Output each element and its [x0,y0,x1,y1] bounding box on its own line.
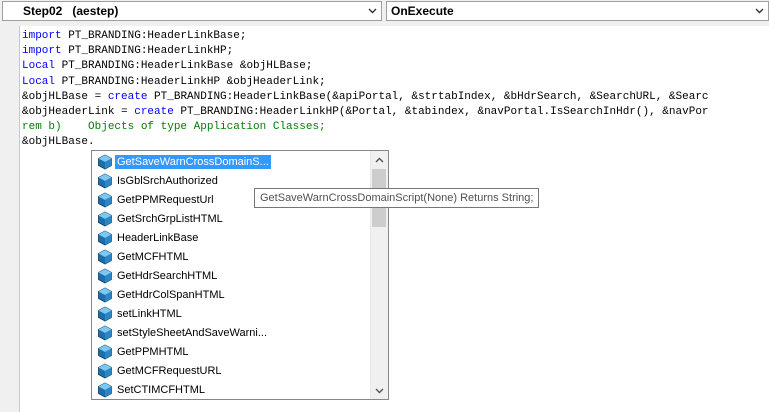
method-cube-icon [97,382,113,398]
autocomplete-item[interactable]: GetHdrSearchHTML [93,266,372,285]
autocomplete-item[interactable]: GetSrchGrpListHTML [93,209,372,228]
autocomplete-item-label: GetHdrColSpanHTML [117,288,225,301]
code-text: &objHeaderLink = [22,106,135,118]
scroll-up-icon[interactable] [371,151,388,168]
autocomplete-item-label: GetMCFHTML [117,250,189,263]
method-cube-icon [97,306,113,322]
code-text: PT_BRANDING:HeaderLinkBase(&apiPortal, &… [147,90,709,103]
autocomplete-item[interactable]: setLinkHTML [93,304,372,323]
code-line: &objHeaderLink = create PT_BRANDING:Head… [22,105,709,120]
autocomplete-item-label: SetCTIMCFHTML [117,383,205,396]
autocomplete-item[interactable]: GetMCFHTML [93,247,372,266]
method-cube-icon [97,154,113,170]
method-cube-icon [97,325,113,341]
code-text: PT_BRANDING:HeaderLinkBase &objHLBase; [55,60,313,73]
step-combo[interactable]: Step02 (aestep) [2,1,382,21]
toolbar: Step02 (aestep) OnExecute [0,0,769,26]
autocomplete-item-label: GetSrchGrpListHTML [117,212,223,225]
code-line: &objHLBase. [22,135,95,150]
code-line: Local PT_BRANDING:HeaderLinkBase &objHLB… [22,59,312,74]
code-keyword: import [22,30,62,42]
method-cube-icon [97,287,113,303]
method-cube-icon [97,192,113,208]
autocomplete-item-label: HeaderLinkBase [117,231,199,244]
code-keyword: Local [22,60,56,73]
autocomplete-item[interactable]: GetPPMHTML [93,342,372,361]
autocomplete-item-label: GetPPMHTML [117,345,189,358]
autocomplete-item-label: setLinkHTML [117,307,182,320]
code-text: &objHLBase. [22,136,95,149]
code-text: PT_BRANDING:HeaderLinkHP; [61,45,234,58]
autocomplete-item[interactable]: GetMCFRequestURL [93,361,372,380]
event-combo[interactable]: OnExecute [386,1,769,21]
method-cube-icon [97,344,113,360]
chevron-down-icon[interactable] [751,2,768,20]
code-line: import PT_BRANDING:HeaderLinkHP; [22,44,233,59]
autocomplete-item-label: setStyleSheetAndSaveWarni... [117,326,268,339]
autocomplete-item[interactable]: setStyleSheetAndSaveWarni... [93,323,372,342]
autocomplete-item-label: IsGblSrchAuthorized [117,174,218,187]
method-cube-icon [97,230,113,246]
event-combo-value: OnExecute [391,4,454,18]
step-combo-value: Step02 (aestep) [23,4,119,18]
autocomplete-item[interactable]: HeaderLinkBase [93,228,372,247]
code-text: PT_BRANDING:HeaderLinkHP(&Portal, &tabin… [173,106,709,118]
method-cube-icon [97,268,113,284]
method-cube-icon [97,173,113,189]
code-line: rem b) Objects of type Application Class… [22,120,326,135]
method-cube-icon [97,211,113,227]
code-keyword: create [107,90,148,103]
autocomplete-item-label: GetPPMRequestUrl [117,193,214,206]
code-text: PT_BRANDING:HeaderLinkHP &objHeaderLink; [55,75,326,88]
code-text: &objHLBase = [22,90,108,103]
scroll-down-icon[interactable] [371,382,388,399]
chevron-down-icon[interactable] [364,2,381,20]
autocomplete-item[interactable]: GetSaveWarnCrossDomainS... [93,152,372,171]
autocomplete-item-label: GetMCFRequestURL [117,364,222,377]
autocomplete-item[interactable]: GetHdrColSpanHTML [93,285,372,304]
code-line: &objHLBase = create PT_BRANDING:HeaderLi… [22,90,709,105]
code-keyword: create [134,106,174,118]
code-keyword: Local [22,75,56,88]
method-cube-icon [97,249,113,265]
method-signature-tooltip: GetSaveWarnCrossDomainScript(None) Retur… [254,188,540,208]
autocomplete-item[interactable]: SetCTIMCFHTML [93,380,372,399]
code-line: import PT_BRANDING:HeaderLinkBase; [22,29,246,44]
autocomplete-item-label: GetHdrSearchHTML [117,269,218,282]
autocomplete-item-label: GetSaveWarnCrossDomainS... [115,154,271,169]
code-line: Local PT_BRANDING:HeaderLinkHP &objHeade… [22,75,326,90]
code-comment: rem b) Objects of type Application Class… [22,121,326,134]
code-keyword: import [22,45,62,58]
method-cube-icon [97,363,113,379]
code-text: PT_BRANDING:HeaderLinkBase; [61,30,247,42]
